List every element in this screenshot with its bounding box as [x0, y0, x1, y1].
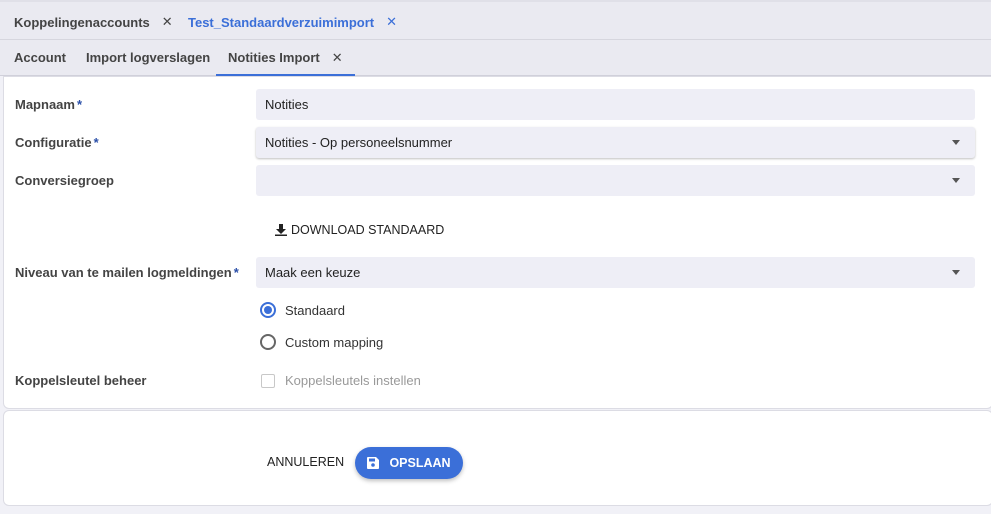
tab-label: Koppelingenaccounts: [14, 14, 150, 30]
radio-selected-icon: [260, 302, 276, 318]
configuratie-select[interactable]: Notities - Op personeelsnummer: [256, 127, 975, 158]
conversiegroep-select[interactable]: [256, 165, 975, 196]
radio-unselected-icon: [260, 334, 276, 350]
required-marker: *: [76, 97, 83, 112]
chevron-down-icon: [952, 140, 960, 145]
tab-import-logverslagen[interactable]: Import logverslagen: [86, 40, 210, 75]
close-icon[interactable]: ✕: [332, 50, 343, 66]
save-button[interactable]: OPSLAAN: [355, 447, 463, 479]
cancel-button[interactable]: ANNULEREN: [267, 455, 344, 469]
action-card: [3, 410, 991, 506]
conversiegroep-label: Conversiegroep: [15, 173, 114, 188]
configuratie-label: Configuratie *: [15, 135, 99, 150]
niveau-select[interactable]: Maak een keuze: [256, 257, 975, 288]
close-icon[interactable]: ✕: [386, 14, 397, 30]
radio-custom-mapping[interactable]: Custom mapping: [260, 334, 383, 350]
tab-label: Account: [14, 50, 66, 65]
tab-label: Test_Standaardverzuimimport: [188, 14, 375, 30]
chevron-down-icon: [952, 178, 960, 183]
tab-label: Import logverslagen: [86, 50, 211, 65]
niveau-label: Niveau van te mailen logmeldingen *: [15, 265, 239, 280]
top-tab-bar: Koppelingenaccounts ✕ Test_Standaardverz…: [0, 0, 991, 42]
required-marker: *: [93, 135, 99, 150]
tab-notities-import[interactable]: Notities Import ✕: [216, 40, 355, 76]
download-icon: [275, 224, 287, 236]
form-card: [3, 76, 991, 409]
koppelsleutels-checkbox[interactable]: Koppelsleutels instellen: [261, 373, 421, 388]
koppelsleutel-label: Koppelsleutel beheer: [15, 373, 147, 388]
close-icon[interactable]: ✕: [162, 14, 173, 30]
tab-koppelingenaccounts[interactable]: Koppelingenaccounts ✕: [14, 4, 173, 40]
required-marker: *: [233, 265, 239, 280]
download-standaard-button[interactable]: DOWNLOAD STANDAARD: [275, 220, 444, 240]
mapnaam-input[interactable]: Notities: [256, 89, 975, 120]
chevron-down-icon: [952, 270, 960, 275]
sub-tab-bar: Account Import logverslagen Notities Imp…: [0, 40, 991, 76]
tab-account[interactable]: Account: [14, 40, 66, 75]
tab-label: Notities Import: [228, 50, 320, 65]
save-icon: [367, 457, 380, 469]
tab-test-standaardverzuimimport[interactable]: Test_Standaardverzuimimport ✕: [176, 4, 410, 42]
checkbox-icon: [261, 373, 275, 388]
radio-standaard[interactable]: Standaard: [260, 302, 345, 318]
mapnaam-label: Mapnaam *: [15, 97, 83, 112]
